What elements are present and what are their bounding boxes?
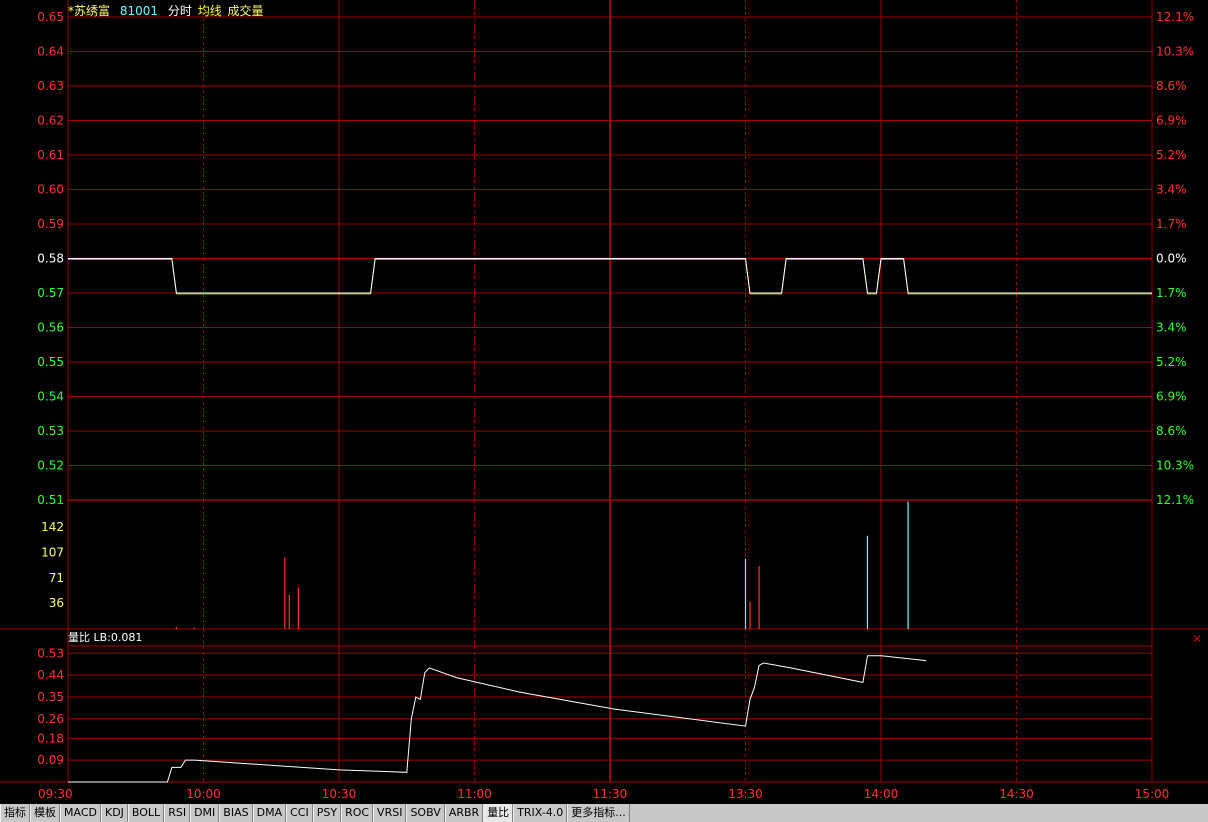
legend-volume: 成交量	[227, 4, 264, 18]
time-tick-label: 14:30	[999, 787, 1034, 801]
toolbar-item[interactable]: DMA	[252, 804, 287, 822]
volume-tick-label: 142	[41, 520, 64, 534]
toolbar-item[interactable]: BIAS	[219, 804, 253, 822]
toolbar-item[interactable]: KDJ	[100, 804, 128, 822]
price-tick-label: 0.58	[37, 252, 64, 266]
ratio-tick-label: 0.09	[37, 753, 64, 767]
legend-timeshare: 分时	[167, 4, 192, 18]
toolbar-item[interactable]: 量比	[483, 804, 514, 822]
price-tick-label: 0.55	[37, 355, 64, 369]
toolbar-item[interactable]: 更多指标...	[567, 804, 630, 822]
ratio-tick-label: 0.44	[37, 668, 64, 682]
volume-tick-label: 36	[49, 596, 64, 610]
percent-tick-label: 0.0%	[1156, 252, 1187, 266]
percent-tick-label: 3.4%	[1156, 321, 1187, 335]
percent-tick-label: 5.2%	[1156, 148, 1187, 162]
percent-tick-label: 12.1%	[1156, 10, 1194, 24]
time-tick-label: 09:30	[38, 787, 73, 801]
price-tick-label: 0.60	[37, 183, 64, 197]
toolbar-item[interactable]: MACD	[60, 804, 101, 822]
time-tick-label: 14:00	[864, 787, 899, 801]
chart-header: *苏绣富 81001 分时 均线 成交量	[68, 2, 270, 18]
volume-tick-label: 107	[41, 545, 64, 559]
price-tick-label: 0.59	[37, 217, 64, 231]
indicator-toolbar: 指标 模板 MACD KDJ BOLL RSI DMI BIAS DMA CCI PSY ROC VRS…	[0, 804, 1208, 822]
toolbar-item[interactable]: ROC	[341, 804, 374, 822]
volume-tick-label: 71	[49, 571, 64, 585]
stock-name: *苏绣富	[68, 4, 111, 18]
time-tick-label: 13:30	[728, 787, 763, 801]
percent-tick-label: 1.7%	[1156, 217, 1187, 231]
percent-tick-label: 12.1%	[1156, 493, 1194, 507]
price-tick-label: 0.63	[37, 79, 64, 93]
toolbar-item[interactable]: VRSI	[373, 804, 407, 822]
percent-tick-label: 6.9%	[1156, 114, 1187, 128]
stock-code: 81001	[119, 4, 159, 18]
price-tick-label: 0.65	[37, 10, 64, 24]
percent-tick-label: 10.3%	[1156, 45, 1194, 59]
price-tick-label: 0.54	[37, 390, 64, 404]
ratio-tick-label: 0.53	[37, 646, 64, 660]
toolbar-item[interactable]: DMI	[190, 804, 220, 822]
price-tick-label: 0.52	[37, 459, 64, 473]
percent-tick-label: 8.6%	[1156, 79, 1187, 93]
price-tick-label: 0.62	[37, 114, 64, 128]
percent-tick-label: 8.6%	[1156, 424, 1187, 438]
ratio-tick-label: 0.35	[37, 690, 64, 704]
price-tick-label: 0.53	[37, 424, 64, 438]
time-tick-label: 11:30	[593, 787, 628, 801]
percent-tick-label: 10.3%	[1156, 459, 1194, 473]
time-tick-label: 15:00	[1135, 787, 1170, 801]
toolbar-item[interactable]: CCI	[286, 804, 313, 822]
toolbar-item[interactable]: RSI	[164, 804, 191, 822]
percent-tick-label: 5.2%	[1156, 355, 1187, 369]
legend-avg: 均线	[197, 4, 222, 18]
toolbar-item[interactable]: PSY	[312, 804, 342, 822]
indicator-value: LB:0.081	[93, 631, 143, 644]
toolbar-item[interactable]: ARBR	[444, 804, 484, 822]
percent-tick-label: 6.9%	[1156, 390, 1187, 404]
time-tick-label: 11:00	[457, 787, 492, 801]
price-tick-label: 0.57	[37, 286, 64, 300]
toolbar-item[interactable]: 模板	[30, 804, 60, 822]
time-tick-label: 10:30	[322, 787, 357, 801]
ratio-tick-label: 0.18	[37, 731, 64, 745]
price-tick-label: 0.51	[37, 493, 64, 507]
price-tick-label: 0.64	[37, 45, 64, 59]
toolbar-item[interactable]: TRIX-4.0	[513, 804, 568, 822]
indicator-label: 量比	[68, 631, 90, 644]
ratio-tick-label: 0.26	[37, 712, 64, 726]
toolbar-item[interactable]: BOLL	[127, 804, 165, 822]
toolbar-item[interactable]: 指标	[0, 804, 30, 822]
indicator-header: 量比 LB:0.081	[68, 629, 142, 645]
toolbar-item[interactable]: SOBV	[406, 804, 445, 822]
close-indicator-icon[interactable]: ✕	[1192, 632, 1202, 646]
price-tick-label: 0.56	[37, 321, 64, 335]
price-tick-label: 0.61	[37, 148, 64, 162]
time-tick-label: 10:00	[186, 787, 221, 801]
percent-tick-label: 1.7%	[1156, 286, 1187, 300]
intraday-chart: 0.65 12.1% 0.64 10.3% 0.63 8.6% 0.62 6.9% 0.61 5.…	[0, 0, 1208, 801]
percent-tick-label: 3.4%	[1156, 183, 1187, 197]
